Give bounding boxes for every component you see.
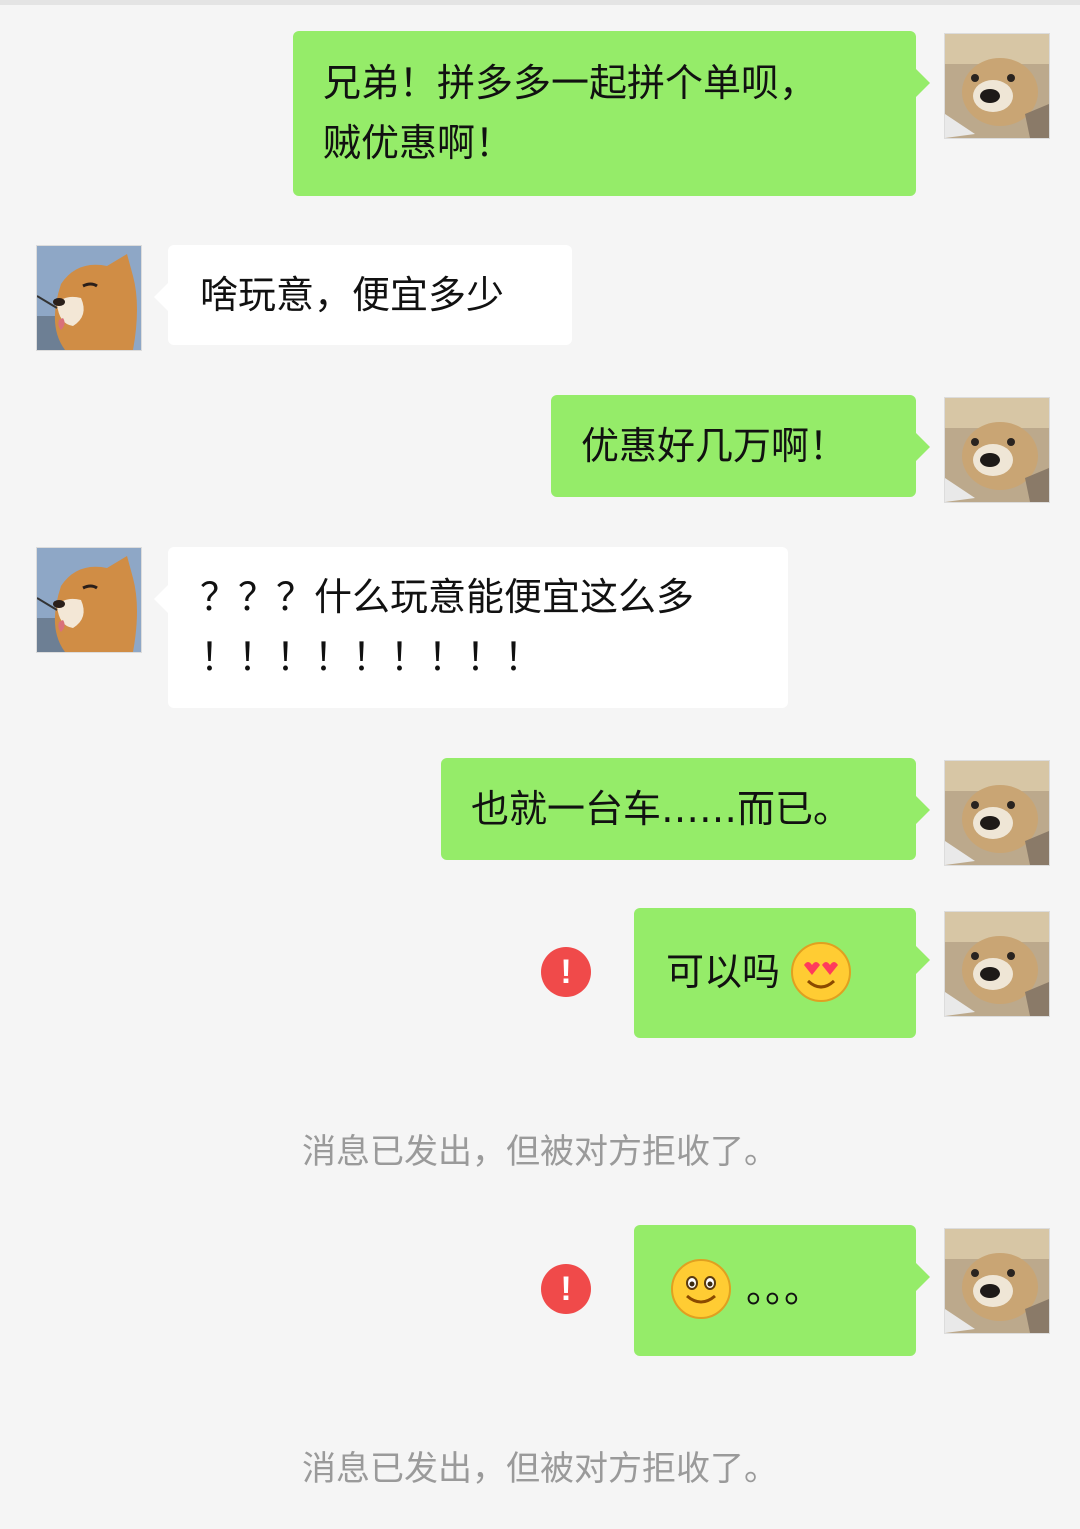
smile-emoji-icon <box>670 1258 732 1320</box>
message-text: 优惠好几万啊！ <box>581 424 848 468</box>
system-notice: 消息已发出，但被对方拒收了。 <box>302 1449 778 1489</box>
self-avatar[interactable] <box>944 911 1050 1017</box>
message-bubble-received[interactable]: 啥玩意，便宜多少 <box>154 245 572 345</box>
message-text: ？？？什么玩意能便宜这么多 <box>200 575 695 619</box>
message-text: 兄弟！拼多多一起拼个单呗， <box>323 61 818 105</box>
contact-avatar[interactable] <box>36 547 142 653</box>
message-text: ！！！！！！！！！ <box>200 635 543 679</box>
message-bubble-sent[interactable]: 兄弟！拼多多一起拼个单呗， 贼优惠啊！ <box>293 31 930 196</box>
self-avatar[interactable] <box>944 1228 1050 1334</box>
contact-avatar[interactable] <box>36 245 142 351</box>
message-bubble-sent[interactable]: 优惠好几万啊！ <box>551 395 930 497</box>
message-bubble-sent[interactable]: 。。。 <box>634 1225 930 1356</box>
message-bubble-received[interactable]: ？？？什么玩意能便宜这么多 ！！！！！！！！！ <box>154 547 788 708</box>
message-bubble-sent[interactable]: 也就一台车……而已。 <box>441 758 930 860</box>
message-text: 可以吗 <box>666 950 781 994</box>
self-avatar[interactable] <box>944 33 1050 139</box>
message-text: 贼优惠啊！ <box>323 121 514 165</box>
self-avatar[interactable] <box>944 760 1050 866</box>
system-notice: 消息已发出，但被对方拒收了。 <box>302 1132 778 1172</box>
send-failed-icon[interactable]: ! <box>541 947 591 997</box>
self-avatar[interactable] <box>944 397 1050 503</box>
message-text: 。。。 <box>746 1267 823 1311</box>
send-failed-icon[interactable]: ! <box>541 1264 591 1314</box>
message-text: 啥玩意，便宜多少 <box>200 273 505 317</box>
message-bubble-sent[interactable]: 可以吗 <box>634 908 930 1038</box>
message-text: 也就一台车……而已。 <box>471 787 852 831</box>
heart-eyes-emoji-icon <box>790 941 852 1003</box>
top-divider <box>0 0 1080 5</box>
